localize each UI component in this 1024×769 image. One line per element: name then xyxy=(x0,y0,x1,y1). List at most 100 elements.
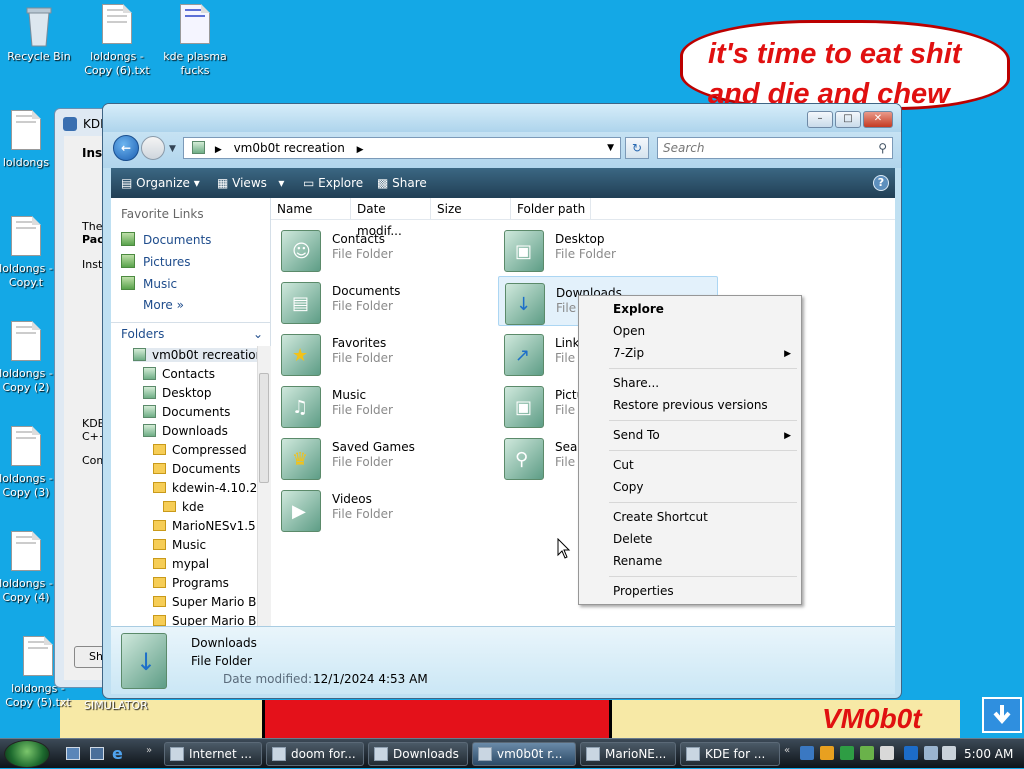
tray-icon[interactable] xyxy=(860,746,874,760)
desktop-icon-txt[interactable]: loldongs - Copy (2) xyxy=(0,321,56,395)
tree-item[interactable]: Music xyxy=(153,538,206,552)
folder-item[interactable]: ▶ Videos File Folder xyxy=(275,486,485,532)
title-bar[interactable]: – □ ✕ xyxy=(103,104,901,132)
favorites-folder-icon: ★ xyxy=(281,334,321,376)
column-header-name[interactable]: Name xyxy=(271,198,351,220)
mouse-cursor-icon xyxy=(557,538,571,559)
menu-separator xyxy=(609,420,797,421)
shield-icon[interactable] xyxy=(820,746,834,760)
share-button[interactable]: ▩ Share xyxy=(377,168,427,198)
tray-icon[interactable] xyxy=(880,746,894,760)
tree-item[interactable]: Programs xyxy=(153,576,229,590)
tray-icon[interactable] xyxy=(800,746,814,760)
tree-item[interactable]: Super Mario Br xyxy=(153,595,261,609)
tree-item[interactable]: mypal xyxy=(153,557,209,571)
menu-item-explore[interactable]: Explore xyxy=(613,302,664,316)
menu-item-restore-previous-versions[interactable]: Restore previous versions xyxy=(613,398,768,412)
tree-item[interactable]: kde xyxy=(163,500,204,514)
tree-item[interactable]: Super Mario Br xyxy=(153,614,261,626)
desktop-icon-label: loldongs - Copy (4) xyxy=(0,577,53,604)
show-desktop-button[interactable] xyxy=(982,697,1022,733)
text-file-icon xyxy=(9,426,43,470)
favorite-link-music[interactable]: Music xyxy=(121,276,177,291)
favorite-link-documents[interactable]: Documents xyxy=(121,232,211,247)
address-dropdown-icon[interactable]: ▼ xyxy=(607,138,614,158)
quicklaunch-overflow-icon[interactable]: » xyxy=(146,745,152,756)
taskbar-button[interactable]: doom for... xyxy=(266,742,364,766)
start-button[interactable] xyxy=(4,740,50,768)
folder-item[interactable]: ▣ Desktop File Folder xyxy=(498,226,708,272)
desktop-icon-shortcut[interactable]: kde plasma fucks xyxy=(153,4,237,78)
minimize-button[interactable]: – xyxy=(807,111,833,128)
maximize-button[interactable]: □ xyxy=(835,111,861,128)
menu-item-7zip[interactable]: 7-Zip xyxy=(613,346,644,360)
column-header-date[interactable]: Date modif... xyxy=(351,198,431,238)
tree-item[interactable]: Downloads xyxy=(143,424,228,438)
folder-item[interactable]: ☺ Contacts File Folder xyxy=(275,226,485,272)
taskbar-button[interactable]: Internet ... xyxy=(164,742,262,766)
internet-explorer-icon[interactable]: e xyxy=(112,744,123,763)
switch-windows-icon[interactable] xyxy=(90,747,104,760)
tree-item[interactable]: Documents xyxy=(153,462,240,476)
close-button[interactable]: ✕ xyxy=(863,111,893,128)
tree-item[interactable]: Desktop xyxy=(143,386,212,400)
taskbar-button[interactable]: KDE for ... xyxy=(680,742,780,766)
tree-item[interactable]: Compressed xyxy=(153,443,247,457)
menu-item-create-shortcut[interactable]: Create Shortcut xyxy=(613,510,708,524)
favorite-link-pictures[interactable]: Pictures xyxy=(121,254,191,269)
show-desktop-quicklaunch-icon[interactable] xyxy=(66,747,80,760)
taskbar-button-active[interactable]: vm0b0t r... xyxy=(472,742,576,766)
tree-item[interactable]: kdewin-4.10.2 xyxy=(153,481,257,495)
menu-item-delete[interactable]: Delete xyxy=(613,532,652,546)
more-links-button[interactable]: More » xyxy=(143,298,184,312)
tray-expand-icon[interactable]: « xyxy=(784,745,790,756)
volume-muted-icon[interactable] xyxy=(942,746,956,760)
folders-header[interactable]: Folders ⌄ xyxy=(111,322,271,344)
menu-item-copy[interactable]: Copy xyxy=(613,480,643,494)
desktop-icon-recycle-bin[interactable]: Recycle Bin xyxy=(0,4,81,64)
submenu-arrow-icon: ▶ xyxy=(784,349,791,359)
text-file-icon xyxy=(9,531,43,575)
tree-item[interactable]: Contacts xyxy=(143,367,215,381)
refresh-button[interactable]: ↻ xyxy=(625,137,649,159)
desktop-icon-txt[interactable]: loldongs - Copy (4) xyxy=(0,531,56,605)
desktop-icon-txt[interactable]: loldongs - Copy.t xyxy=(0,216,56,290)
network-icon[interactable] xyxy=(924,746,938,760)
tree-item[interactable]: vm0b0t recreation xyxy=(133,348,264,362)
desktop-icon-txt[interactable]: loldongs - Copy (3) xyxy=(0,426,56,500)
menu-item-rename[interactable]: Rename xyxy=(613,554,662,568)
menu-item-open[interactable]: Open xyxy=(613,324,645,338)
desktop-icon-txt[interactable]: loldongs - Copy (6).txt xyxy=(75,4,159,78)
submenu-arrow-icon: ▶ xyxy=(784,431,791,441)
search-input[interactable]: Search ⚲ xyxy=(657,137,893,159)
forward-button[interactable] xyxy=(141,136,165,160)
menu-item-cut[interactable]: Cut xyxy=(613,458,634,472)
tree-item[interactable]: Documents xyxy=(143,405,230,419)
address-bar[interactable]: ▶ vm0b0t recreation ▶ ▼ xyxy=(183,137,621,159)
help-icon[interactable]: ? xyxy=(873,175,889,191)
explore-button[interactable]: ▭ Explore xyxy=(303,168,363,198)
taskbar-button[interactable]: MarioNE... xyxy=(580,742,676,766)
clock[interactable]: 5:00 AM xyxy=(964,739,1013,769)
collapse-chevron-icon[interactable]: ⌄ xyxy=(253,323,263,345)
folder-item[interactable]: ★ Favorites File Folder xyxy=(275,330,485,376)
menu-item-share[interactable]: Share... xyxy=(613,376,659,390)
organize-button[interactable]: ▤ Organize ▾ xyxy=(121,168,200,198)
tree-scrollbar-thumb[interactable] xyxy=(259,373,269,483)
folder-item[interactable]: ♛ Saved Games File Folder xyxy=(275,434,485,480)
tray-icon[interactable] xyxy=(904,746,918,760)
views-button[interactable]: ▦ Views ▾ xyxy=(217,168,284,198)
column-header-folder-path[interactable]: Folder path xyxy=(511,198,591,220)
menu-item-send-to[interactable]: Send To xyxy=(613,428,660,442)
tree-item[interactable]: MarioNESv1.5 xyxy=(153,519,256,533)
desktop-icon-txt[interactable]: loldongs xyxy=(0,110,56,170)
folder-item[interactable]: ▤ Documents File Folder xyxy=(275,278,485,324)
recent-pages-chevron-icon[interactable]: ▼ xyxy=(169,144,176,154)
tray-icon[interactable] xyxy=(840,746,854,760)
column-header-size[interactable]: Size xyxy=(431,198,511,220)
search-icon[interactable]: ⚲ xyxy=(878,138,887,158)
menu-item-properties[interactable]: Properties xyxy=(613,584,674,598)
taskbar-button[interactable]: Downloads xyxy=(368,742,468,766)
back-button[interactable]: ← xyxy=(113,135,139,161)
folder-item[interactable]: ♫ Music File Folder xyxy=(275,382,485,428)
